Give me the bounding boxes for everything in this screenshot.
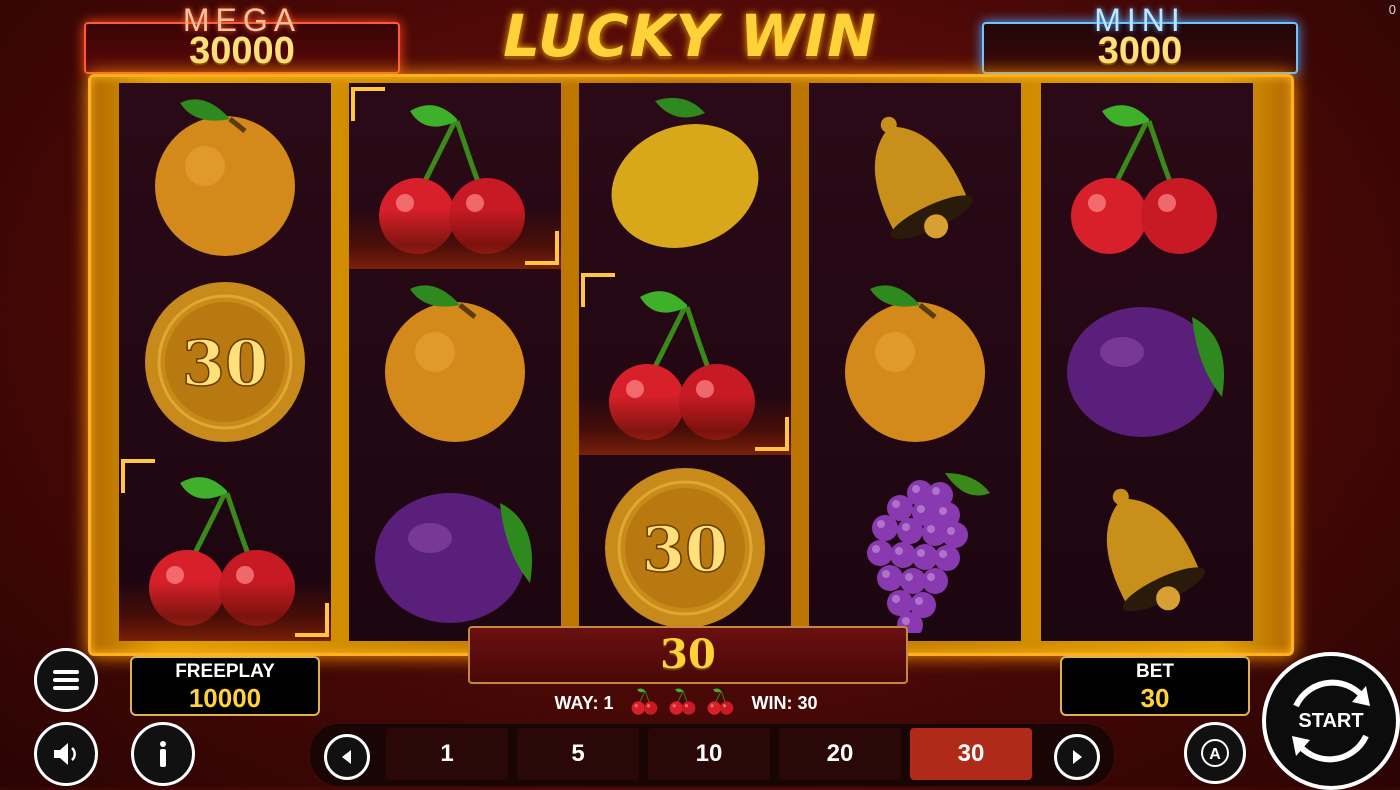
bet-increase-button[interactable] xyxy=(1054,734,1100,780)
bet-selector: 1 5 10 20 30 xyxy=(308,722,1116,788)
info-icon xyxy=(160,741,166,767)
plum-icon xyxy=(349,455,561,641)
svg-text:30: 30 xyxy=(182,327,268,400)
lemon-icon xyxy=(579,83,791,269)
triangle-left-icon xyxy=(342,750,351,764)
coin-30-icon: 30 xyxy=(579,455,791,641)
reel-3: 30 xyxy=(579,83,791,641)
bet-label: BET xyxy=(1136,661,1174,682)
reel-4 xyxy=(809,83,1021,641)
win-highlight-corner xyxy=(755,417,789,451)
grapes-icon xyxy=(809,455,1021,641)
win-highlight-corner xyxy=(581,273,615,307)
mini-value: 3000 xyxy=(1097,30,1183,72)
win-highlight-corner xyxy=(351,87,385,121)
flaming-cherry-icon xyxy=(579,269,791,455)
corner-counter: 0 xyxy=(1388,2,1396,17)
bell-icon xyxy=(1041,455,1253,641)
autoplay-icon: A xyxy=(1201,739,1229,767)
bet-panel: BET 30 xyxy=(1060,656,1250,716)
win-highlight-corner xyxy=(121,459,155,493)
bell-icon xyxy=(809,83,1021,269)
bet-option-20[interactable]: 20 xyxy=(779,728,901,780)
plum-icon xyxy=(1041,269,1253,455)
svg-text:30: 30 xyxy=(642,513,728,586)
winning-way-info: WAY: 1 WIN: 30 xyxy=(468,687,904,716)
freeplay-panel: FREEPLAY 10000 xyxy=(130,656,320,716)
start-spin-button[interactable]: START xyxy=(1262,652,1400,790)
cherry-icon xyxy=(666,686,700,721)
win-highlight-corner xyxy=(295,603,329,637)
orange-icon xyxy=(349,269,561,455)
reel-1: 30 xyxy=(119,83,331,641)
svg-text:A: A xyxy=(1209,746,1221,763)
mega-value: 30000 xyxy=(189,30,295,72)
freeplay-label: FREEPLAY xyxy=(175,661,275,682)
triangle-right-icon xyxy=(1073,750,1082,764)
info-button[interactable] xyxy=(131,722,195,786)
reel-2 xyxy=(349,83,561,641)
orange-icon xyxy=(809,269,1021,455)
start-label: START xyxy=(1298,709,1364,732)
win-label: WIN: 30 xyxy=(751,692,818,713)
reel-5 xyxy=(1041,83,1253,641)
cherry-icon xyxy=(628,686,662,721)
mini-jackpot: MINI 3000 xyxy=(982,4,1298,74)
mega-jackpot: MEGA 30000 xyxy=(84,4,400,74)
bet-option-5[interactable]: 5 xyxy=(517,728,639,780)
bet-option-1[interactable]: 1 xyxy=(386,728,508,780)
orange-icon xyxy=(119,83,331,269)
menu-button[interactable] xyxy=(34,648,98,712)
bet-value: 30 xyxy=(1140,683,1170,713)
flaming-cherry-icon xyxy=(119,455,331,641)
sound-button[interactable] xyxy=(34,722,98,786)
bet-decrease-button[interactable] xyxy=(324,734,370,780)
bet-option-10[interactable]: 10 xyxy=(648,728,770,780)
coin-30-icon: 30 xyxy=(119,269,331,455)
way-symbols xyxy=(628,686,738,721)
flaming-cherry-icon xyxy=(349,83,561,269)
cherry-icon xyxy=(1041,83,1253,269)
win-highlight-corner xyxy=(525,231,559,265)
reel-frame: 30 30 xyxy=(88,74,1294,656)
speaker-icon xyxy=(54,743,76,765)
bet-option-30[interactable]: 30 xyxy=(910,728,1032,780)
freeplay-value: 10000 xyxy=(188,683,262,713)
way-label: WAY: 1 xyxy=(554,692,614,713)
win-amount-display: 30 xyxy=(468,626,908,684)
autoplay-button[interactable]: A xyxy=(1184,722,1246,784)
hamburger-icon xyxy=(53,670,79,690)
cherry-icon xyxy=(704,686,738,721)
